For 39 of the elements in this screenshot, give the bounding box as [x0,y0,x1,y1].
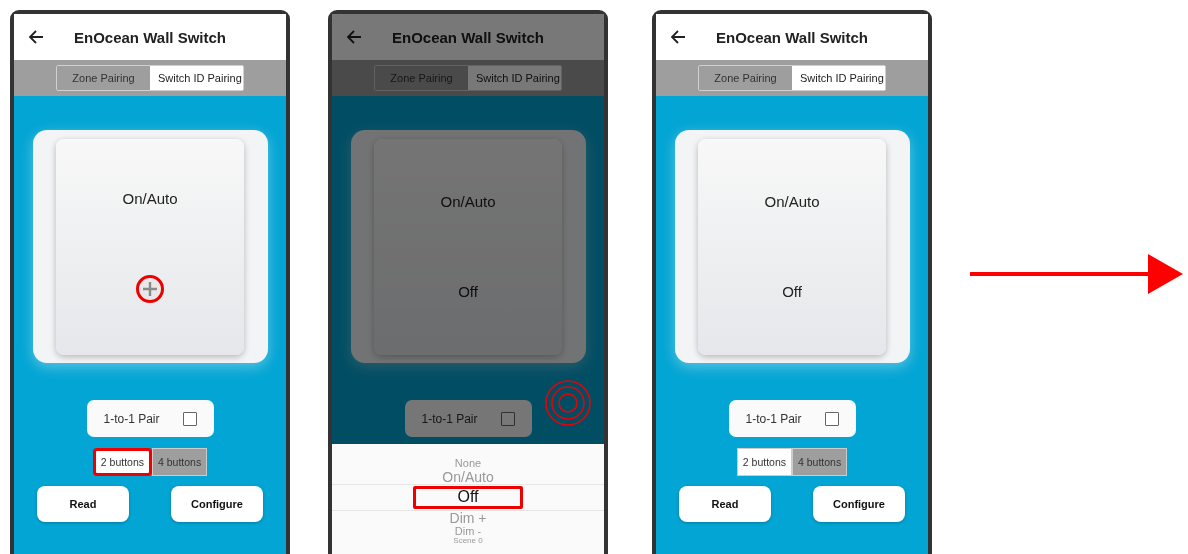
screen-title: EnOcean Wall Switch [392,28,544,46]
picker-option[interactable]: Dim + [443,511,493,526]
button-count-option[interactable]: 2 buttons [92,448,152,476]
picker-option[interactable]: None [448,458,488,470]
action-button[interactable]: Configure [813,486,905,522]
checkbox[interactable] [182,411,197,426]
switch-rocker[interactable]: On/Auto [56,138,244,355]
add-button[interactable] [136,274,164,303]
picker-option[interactable]: Scene 0 [447,537,489,546]
action-button[interactable]: Read [679,486,771,522]
rocker-label: On/Auto [764,193,820,210]
screen-title: EnOcean Wall Switch [716,28,868,46]
screen-title: EnOcean Wall Switch [74,28,226,46]
pairing-tab[interactable]: Switch ID Pairing [150,66,243,90]
checkbox[interactable] [500,411,515,426]
picker-option[interactable]: Dim - [448,525,488,538]
switch-rocker[interactable]: On/Auto Off [698,138,886,355]
picker-option[interactable]: Off [332,484,604,512]
rocker-label: On/Auto [440,193,496,210]
checkbox[interactable] [824,411,839,426]
pair-label: 1-to-1 Pair [103,411,160,426]
pair-label: 1-to-1 Pair [421,411,478,426]
back-icon[interactable] [670,29,686,45]
right-arrow-icon [970,253,1183,295]
button-count-option[interactable]: 4 buttons [152,448,208,476]
back-icon[interactable] [28,29,44,45]
pairing-tab[interactable]: Switch ID Pairing [468,66,561,90]
rocker-label: On/Auto [122,190,178,208]
plus-icon [142,280,158,297]
rocker-label: Off [458,283,478,300]
button-count-option[interactable]: 2 buttons [736,448,792,476]
pair-label: 1-to-1 Pair [745,411,802,426]
rocker-label: Off [782,283,802,300]
action-button[interactable]: Configure [171,486,263,522]
pairing-tab[interactable]: Switch ID Pairing [792,66,885,90]
button-count-option[interactable]: 4 buttons [792,448,848,476]
action-button[interactable]: Read [37,486,129,522]
switch-rocker[interactable]: On/Auto Off [374,138,562,355]
picker-option[interactable]: On/Auto [436,469,500,485]
